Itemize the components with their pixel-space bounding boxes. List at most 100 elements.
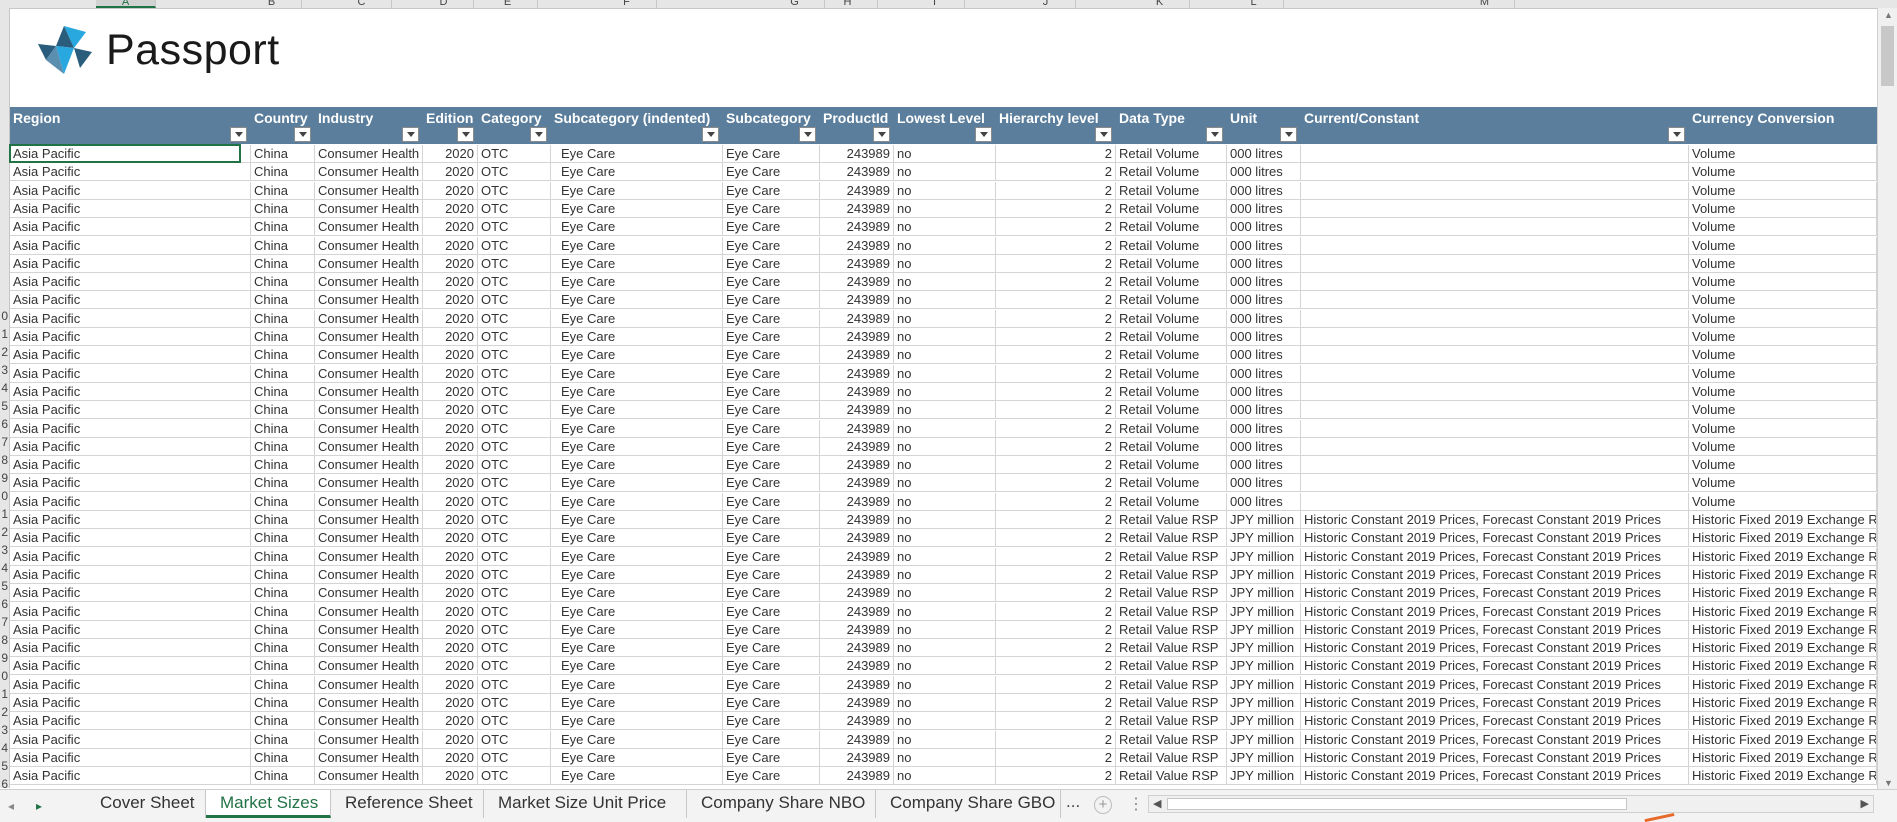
cell-edition[interactable]: 2020	[423, 767, 478, 785]
cell-unit[interactable]: JPY million	[1227, 547, 1301, 565]
column-header-k[interactable]: K	[1130, 0, 1190, 8]
cell-productid[interactable]: 243989	[820, 419, 894, 437]
cell-industry[interactable]: Consumer Health	[315, 328, 423, 345]
row-number[interactable]: 4	[1, 559, 8, 577]
cell-edition[interactable]: 2020	[423, 694, 478, 711]
cell-unit[interactable]: 000 litres	[1227, 419, 1301, 437]
cell-hierarchy[interactable]: 2	[996, 639, 1116, 657]
table-row[interactable]: Asia Pacific China Consumer Health 2020 OTC E…	[10, 474, 1877, 493]
cell-lowest[interactable]: no	[894, 748, 996, 766]
cell-productid[interactable]: 243989	[820, 145, 894, 162]
cell-subcat_indented[interactable]: Eye Care	[551, 291, 723, 309]
cell-datatype[interactable]: Retail Value RSP	[1116, 657, 1227, 675]
cell-lowest[interactable]: no	[894, 364, 996, 382]
cell-lowest[interactable]: no	[894, 145, 996, 162]
cell-unit[interactable]: JPY million	[1227, 620, 1301, 638]
cell-country[interactable]: China	[251, 254, 315, 272]
cell-current[interactable]: Historic Constant 2019 Prices, Forecast …	[1301, 529, 1689, 547]
cell-region[interactable]: Asia Pacific	[10, 273, 251, 291]
cell-productid[interactable]: 243989	[820, 218, 894, 236]
cell-hierarchy[interactable]: 2	[996, 657, 1116, 675]
cell-datatype[interactable]: Retail Value RSP	[1116, 694, 1227, 711]
spreadsheet[interactable]: ABCDEFGHIJKLM 01234567890123456789012345…	[0, 0, 1897, 822]
cell-industry[interactable]: Consumer Health	[315, 694, 423, 711]
cell-datatype[interactable]: Retail Value RSP	[1116, 511, 1227, 528]
table-row[interactable]: Asia Pacific China Consumer Health 2020 OTC E…	[10, 730, 1877, 749]
row-number[interactable]: 8	[1, 451, 8, 469]
cell-category[interactable]: OTC	[478, 346, 551, 364]
cell-region[interactable]: Asia Pacific	[10, 602, 251, 620]
cell-unit[interactable]: 000 litres	[1227, 145, 1301, 162]
cell-currency[interactable]: Historic Fixed 2019 Exchange Rates	[1689, 547, 1877, 565]
row-number[interactable]: 2	[1, 703, 8, 721]
cell-subcat_indented[interactable]: Eye Care	[551, 364, 723, 382]
cell-unit[interactable]: JPY million	[1227, 639, 1301, 657]
column-header-g[interactable]: G	[765, 0, 825, 8]
sheet-tab-company-share-nbo[interactable]: Company Share NBO	[687, 790, 876, 818]
cell-category[interactable]: OTC	[478, 748, 551, 766]
cell-industry[interactable]: Consumer Health	[315, 273, 423, 291]
cell-unit[interactable]: 000 litres	[1227, 218, 1301, 236]
cell-current[interactable]	[1301, 419, 1689, 437]
horizontal-scroll-thumb[interactable]	[1167, 798, 1627, 810]
cell-productid[interactable]: 243989	[820, 437, 894, 455]
cell-industry[interactable]: Consumer Health	[315, 309, 423, 327]
cell-lowest[interactable]: no	[894, 346, 996, 364]
cell-country[interactable]: China	[251, 639, 315, 657]
cell-lowest[interactable]: no	[894, 291, 996, 309]
cell-industry[interactable]: Consumer Health	[315, 675, 423, 693]
filter-dropdown-icon[interactable]	[1206, 127, 1223, 142]
cell-currency[interactable]: Volume	[1689, 181, 1877, 199]
cell-edition[interactable]: 2020	[423, 328, 478, 345]
cell-subcat_indented[interactable]: Eye Care	[551, 328, 723, 345]
cell-subcat[interactable]: Eye Care	[723, 145, 820, 162]
cell-subcat[interactable]: Eye Care	[723, 456, 820, 474]
cell-category[interactable]: OTC	[478, 218, 551, 236]
row-number[interactable]: 7	[1, 433, 8, 451]
cell-subcat_indented[interactable]: Eye Care	[551, 712, 723, 730]
cell-category[interactable]: OTC	[478, 273, 551, 291]
cell-region[interactable]: Asia Pacific	[10, 474, 251, 492]
cell-edition[interactable]: 2020	[423, 511, 478, 528]
cell-category[interactable]: OTC	[478, 254, 551, 272]
cell-category[interactable]: OTC	[478, 291, 551, 309]
cell-category[interactable]: OTC	[478, 328, 551, 345]
cell-current[interactable]: Historic Constant 2019 Prices, Forecast …	[1301, 712, 1689, 730]
cell-currency[interactable]: Historic Fixed 2019 Exchange Rates	[1689, 657, 1877, 675]
cell-currency[interactable]: Historic Fixed 2019 Exchange Rates	[1689, 694, 1877, 711]
cell-subcat_indented[interactable]: Eye Care	[551, 767, 723, 785]
cell-industry[interactable]: Consumer Health	[315, 511, 423, 528]
cell-productid[interactable]: 243989	[820, 199, 894, 217]
cell-productid[interactable]: 243989	[820, 364, 894, 382]
cell-lowest[interactable]: no	[894, 199, 996, 217]
cell-region[interactable]: Asia Pacific	[10, 181, 251, 199]
cell-industry[interactable]: Consumer Health	[315, 291, 423, 309]
cell-hierarchy[interactable]: 2	[996, 547, 1116, 565]
cell-hierarchy[interactable]: 2	[996, 346, 1116, 364]
cell-subcat[interactable]: Eye Care	[723, 767, 820, 785]
cell-industry[interactable]: Consumer Health	[315, 419, 423, 437]
cell-datatype[interactable]: Retail Volume	[1116, 309, 1227, 327]
cell-currency[interactable]: Volume	[1689, 254, 1877, 272]
cell-lowest[interactable]: no	[894, 675, 996, 693]
cell-edition[interactable]: 2020	[423, 657, 478, 675]
cell-datatype[interactable]: Retail Volume	[1116, 145, 1227, 162]
cell-hierarchy[interactable]: 2	[996, 437, 1116, 455]
cell-productid[interactable]: 243989	[820, 730, 894, 748]
cell-industry[interactable]: Consumer Health	[315, 547, 423, 565]
cell-region[interactable]: Asia Pacific	[10, 657, 251, 675]
sheet-tab-market-sizes[interactable]: Market Sizes	[206, 790, 331, 818]
cell-datatype[interactable]: Retail Volume	[1116, 492, 1227, 510]
table-row[interactable]: Asia Pacific China Consumer Health 2020 OTC E…	[10, 584, 1877, 603]
cell-unit[interactable]: 000 litres	[1227, 309, 1301, 327]
cell-category[interactable]: OTC	[478, 199, 551, 217]
table-row[interactable]: Asia Pacific China Consumer Health 2020 OTC E…	[10, 218, 1877, 237]
row-number[interactable]: 5	[1, 397, 8, 415]
table-row[interactable]: Asia Pacific China Consumer Health 2020 OTC E…	[10, 364, 1877, 383]
cell-industry[interactable]: Consumer Health	[315, 639, 423, 657]
cell-country[interactable]: China	[251, 474, 315, 492]
table-row[interactable]: Asia Pacific China Consumer Health 2020 OTC E…	[10, 328, 1877, 346]
cell-subcat[interactable]: Eye Care	[723, 492, 820, 510]
cell-region[interactable]: Asia Pacific	[10, 437, 251, 455]
cell-category[interactable]: OTC	[478, 547, 551, 565]
